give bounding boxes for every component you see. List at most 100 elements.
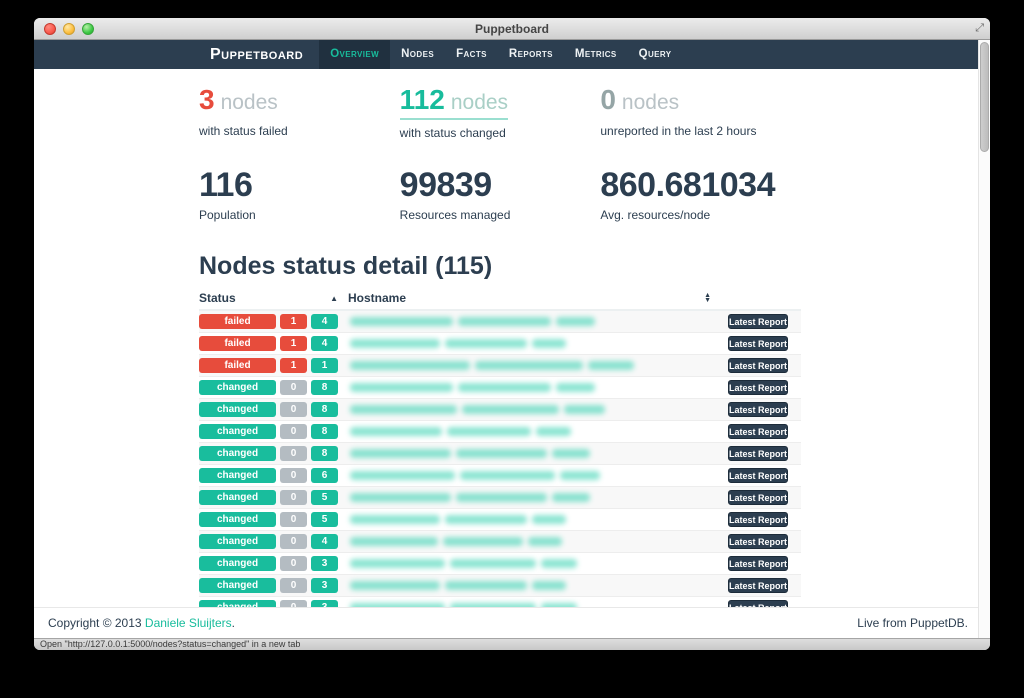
latest-report-button[interactable]: Latest Report	[728, 534, 788, 549]
page-viewport: Puppetboard Overview Nodes Facts Reports…	[34, 40, 978, 638]
sort-asc-icon[interactable]: ▲	[330, 294, 338, 303]
failed-count: 3	[199, 84, 215, 115]
action-cell: Latest Report	[717, 490, 801, 505]
latest-report-button[interactable]: Latest Report	[728, 468, 788, 483]
latest-report-button[interactable]: Latest Report	[728, 490, 788, 505]
latest-report-button[interactable]: Latest Report	[728, 358, 788, 373]
status-badge: changed	[199, 600, 276, 607]
changed-count-badge: 8	[311, 402, 338, 417]
hostname-cell[interactable]	[342, 515, 717, 524]
latest-report-button[interactable]: Latest Report	[728, 578, 788, 593]
status-cell: failed 1 4	[199, 314, 342, 329]
status-badge: changed	[199, 446, 276, 461]
fullscreen-icon[interactable]: ⤢	[975, 22, 984, 35]
hostname-redacted	[350, 449, 590, 458]
tab-overview[interactable]: Overview	[319, 40, 390, 69]
hostname-redacted	[350, 317, 595, 326]
latest-report-button[interactable]: Latest Report	[728, 402, 788, 417]
hostname-redacted	[350, 603, 577, 607]
latest-report-button[interactable]: Latest Report	[728, 446, 788, 461]
tab-nodes[interactable]: Nodes	[390, 40, 445, 69]
hostname-cell[interactable]	[342, 493, 717, 502]
hostname-redacted	[350, 581, 566, 590]
failed-count-badge: 0	[280, 424, 307, 439]
status-summary-row: 3nodes with status failed 112nodes with …	[199, 85, 801, 140]
status-badge: failed	[199, 314, 276, 329]
changed-count-badge: 5	[311, 512, 338, 527]
browser-status-bar: Open "http://127.0.0.1:5000/nodes?status…	[34, 638, 990, 650]
navbar-brand[interactable]: Puppetboard	[210, 40, 303, 69]
status-badge: changed	[199, 556, 276, 571]
sort-both-icon[interactable]: ▲▼	[704, 293, 711, 303]
hostname-redacted	[350, 493, 590, 502]
hostname-cell[interactable]	[342, 317, 717, 326]
changed-count-badge: 3	[311, 556, 338, 571]
hostname-cell[interactable]	[342, 537, 717, 546]
latest-report-button[interactable]: Latest Report	[728, 380, 788, 395]
status-cell: changed 0 8	[199, 446, 342, 461]
hostname-cell[interactable]	[342, 581, 717, 590]
main-content: 3nodes with status failed 112nodes with …	[34, 69, 978, 607]
hostname-cell[interactable]	[342, 405, 717, 414]
changed-count-badge: 5	[311, 490, 338, 505]
failed-count-badge: 0	[280, 402, 307, 417]
hostname-cell[interactable]	[342, 427, 717, 436]
hostname-redacted	[350, 427, 571, 436]
latest-report-button[interactable]: Latest Report	[728, 600, 788, 607]
status-cell: changed 0 5	[199, 490, 342, 505]
status-badge: failed	[199, 358, 276, 373]
changed-count-badge: 6	[311, 468, 338, 483]
status-badge: changed	[199, 578, 276, 593]
hostname-cell[interactable]	[342, 339, 717, 348]
table-row: failed 1 4 Latest Report	[199, 333, 801, 355]
status-cell: changed 0 6	[199, 468, 342, 483]
status-cell: changed 0 3	[199, 578, 342, 593]
column-header-hostname[interactable]: Hostname ▲▼	[342, 291, 717, 305]
navbar: Puppetboard Overview Nodes Facts Reports…	[34, 40, 978, 69]
tab-reports[interactable]: Reports	[498, 40, 564, 69]
latest-report-button[interactable]: Latest Report	[728, 336, 788, 351]
failed-count-badge: 0	[280, 468, 307, 483]
changed-caption: with status changed	[400, 126, 601, 140]
changed-count-badge: 4	[311, 534, 338, 549]
changed-count-badge: 4	[311, 314, 338, 329]
latest-report-button[interactable]: Latest Report	[728, 424, 788, 439]
failed-count-badge: 0	[280, 512, 307, 527]
latest-report-button[interactable]: Latest Report	[728, 512, 788, 527]
column-header-status[interactable]: Status ▲	[199, 291, 342, 305]
hostname-redacted	[350, 361, 634, 370]
failed-count-badge: 0	[280, 380, 307, 395]
nodes-detail-title: Nodes status detail (115)	[199, 252, 801, 281]
browser-window: Puppetboard ⤢ Puppetboard Overview Nodes…	[34, 18, 990, 650]
avg-resources-value: 860.681034	[600, 166, 801, 204]
resources-value: 99839	[400, 166, 601, 204]
failed-caption: with status failed	[199, 124, 400, 138]
page-footer: Copyright © 2013 Daniele Sluijters. Live…	[34, 607, 978, 638]
scrollbar-thumb[interactable]	[980, 42, 989, 152]
hostname-cell[interactable]	[342, 383, 717, 392]
latest-report-button[interactable]: Latest Report	[728, 314, 788, 329]
hostname-cell[interactable]	[342, 559, 717, 568]
status-cell: changed 0 4	[199, 534, 342, 549]
status-badge: changed	[199, 490, 276, 505]
scrollbar-track[interactable]	[978, 40, 990, 638]
tab-facts[interactable]: Facts	[445, 40, 498, 69]
avg-resources-label: Avg. resources/node	[600, 208, 801, 222]
hostname-cell[interactable]	[342, 449, 717, 458]
author-link[interactable]: Daniele Sluijters	[145, 616, 232, 630]
failed-nodes-stat: 3nodes	[199, 85, 400, 118]
tab-query[interactable]: Query	[628, 40, 683, 69]
hostname-cell[interactable]	[342, 471, 717, 480]
table-row: changed 0 5 Latest Report	[199, 509, 801, 531]
copyright-text: Copyright © 2013 Daniele Sluijters.	[48, 616, 235, 630]
latest-report-button[interactable]: Latest Report	[728, 556, 788, 571]
hostname-cell[interactable]	[342, 361, 717, 370]
failed-count-badge: 0	[280, 578, 307, 593]
population-value: 116	[199, 166, 400, 204]
tab-metrics[interactable]: Metrics	[564, 40, 628, 69]
changed-count-badge: 4	[311, 336, 338, 351]
table-row: failed 1 1 Latest Report	[199, 355, 801, 377]
changed-nodes-link[interactable]: 112nodes	[400, 85, 508, 120]
action-cell: Latest Report	[717, 556, 801, 571]
changed-count-badge: 8	[311, 446, 338, 461]
